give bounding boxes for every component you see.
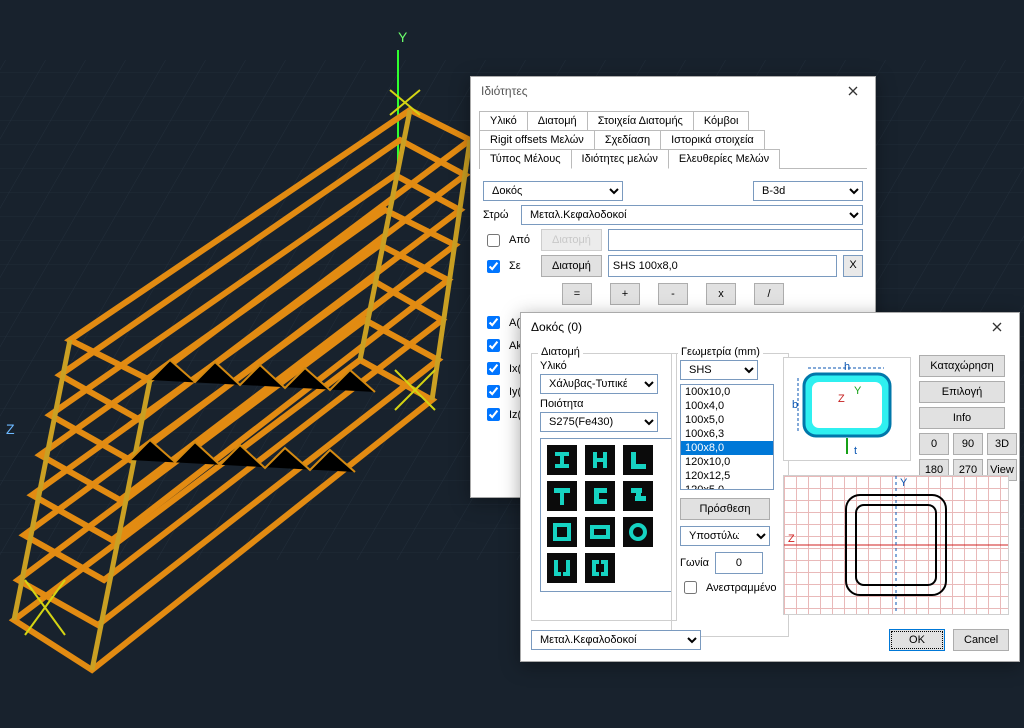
quality-label: Ποιότητα — [540, 398, 668, 410]
column-select[interactable]: Υποστύλωμα — [680, 526, 770, 546]
geom-option[interactable]: 120x12,5 — [681, 469, 773, 483]
properties-tabs: Υλικό Διατομή Στοιχεία Διατομής Κόμβοι R… — [471, 105, 875, 169]
flip-label: Ανεστραμμένο — [706, 582, 777, 594]
geom-family-select[interactable]: SHS — [680, 360, 758, 380]
profile-rhs-icon[interactable] — [585, 517, 615, 547]
orient-0-button[interactable]: 0 — [919, 433, 949, 455]
profile-2c-icon[interactable] — [585, 553, 615, 583]
svg-text:Z: Z — [838, 393, 845, 405]
svg-text:Y: Y — [900, 477, 908, 489]
op-times-button[interactable]: x — [706, 283, 736, 305]
ok-button[interactable]: OK — [889, 629, 945, 651]
from-label: Από — [509, 234, 535, 246]
angle-input[interactable] — [715, 552, 763, 574]
profile-shs-icon[interactable] — [547, 517, 577, 547]
to-section-input[interactable] — [608, 255, 837, 277]
profile-2l-icon[interactable] — [547, 553, 577, 583]
action-buttons: Καταχώρηση Επιλογή Info 0 90 3D 180 270 … — [919, 355, 1017, 481]
tab-member-type[interactable]: Τύπος Μέλους — [479, 149, 572, 169]
element-code-select[interactable]: B-3d — [753, 181, 863, 201]
op-divide-button[interactable]: / — [754, 283, 784, 305]
orient-3d-button[interactable]: 3D — [987, 433, 1017, 455]
beam-section-window: Δοκός (0) Διατομή Υλικό Χάλυβας-Τυπικές … — [520, 312, 1020, 662]
close-icon[interactable] — [833, 77, 873, 105]
profile-z-icon[interactable] — [623, 481, 653, 511]
tab-nodes[interactable]: Κόμβοι — [693, 111, 750, 130]
cancel-button[interactable]: Cancel — [953, 629, 1009, 651]
prop-a-checkbox[interactable] — [487, 316, 500, 329]
geom-option[interactable]: 100x6,3 — [681, 427, 773, 441]
from-section-button: Διατομή — [541, 229, 602, 251]
axis-y-label: Y — [398, 29, 408, 45]
beam-title: Δοκός (0) — [531, 320, 977, 334]
svg-text:Z: Z — [788, 533, 795, 545]
section-diagram: h b Z Y t — [783, 357, 911, 461]
tab-drawing[interactable]: Σχεδίαση — [594, 130, 661, 149]
tab-member-releases[interactable]: Ελευθερίες Μελών — [668, 149, 780, 169]
tab-rigid-offsets[interactable]: Rigit offsets Μελών — [479, 130, 595, 149]
material-label: Υλικό — [540, 360, 668, 372]
prop-ak-checkbox[interactable] — [487, 339, 500, 352]
section-group-legend: Διατομή — [538, 346, 583, 358]
prop-iz-checkbox[interactable] — [487, 408, 500, 421]
op-minus-button[interactable]: - — [658, 283, 688, 305]
svg-text:t: t — [854, 445, 857, 457]
layer-select[interactable]: Μεταλ.Κεφαλοδοκοί — [521, 205, 863, 225]
quality-select[interactable]: S275(Fe430) — [540, 412, 658, 432]
tab-material[interactable]: Υλικό — [479, 111, 528, 130]
register-button[interactable]: Καταχώρηση — [919, 355, 1005, 377]
op-equals-button[interactable]: = — [562, 283, 592, 305]
geom-option[interactable]: 100x8,0 — [681, 441, 773, 455]
properties-title: Ιδιότητες — [481, 84, 833, 98]
layer-label: Στρώ — [483, 209, 515, 221]
prop-ix-checkbox[interactable] — [487, 362, 500, 375]
axis-z-label: Z — [6, 421, 15, 437]
clear-section-button[interactable]: X — [843, 255, 863, 277]
geometry-legend: Γεωμετρία (mm) — [678, 346, 763, 358]
close-icon[interactable] — [977, 313, 1017, 341]
svg-text:Y: Y — [854, 385, 862, 397]
tab-section[interactable]: Διατομή — [527, 111, 588, 130]
properties-titlebar[interactable]: Ιδιότητες — [471, 77, 875, 105]
to-label: Σε — [509, 260, 535, 272]
from-checkbox[interactable] — [487, 234, 500, 247]
profile-t-icon[interactable] — [547, 481, 577, 511]
element-type-select[interactable]: Δοκός — [483, 181, 623, 201]
material-select[interactable]: Χάλυβας-Τυπικές — [540, 374, 658, 394]
tab-section-data[interactable]: Στοιχεία Διατομής — [587, 111, 694, 130]
op-plus-button[interactable]: + — [610, 283, 640, 305]
info-button[interactable]: Info — [919, 407, 1005, 429]
tab-member-props[interactable]: Ιδιότητες μελών — [571, 149, 669, 169]
geom-size-listbox[interactable]: 100x10,0100x4,0100x5,0100x6,3100x8,0120x… — [680, 384, 774, 490]
profile-grid[interactable] — [540, 438, 672, 592]
tab-history[interactable]: Ιστορικά στοιχεία — [660, 130, 765, 149]
geom-option[interactable]: 100x5,0 — [681, 413, 773, 427]
add-section-button[interactable]: Πρόσθεση — [680, 498, 770, 520]
geom-option[interactable]: 100x4,0 — [681, 399, 773, 413]
geom-option[interactable]: 100x10,0 — [681, 385, 773, 399]
from-section-input[interactable] — [608, 229, 863, 251]
section-group: Διατομή Υλικό Χάλυβας-Τυπικές Ποιότητα S… — [531, 353, 677, 621]
to-section-button[interactable]: Διατομή — [541, 255, 602, 277]
profile-h-icon[interactable] — [585, 445, 615, 475]
geom-option[interactable]: 120x10,0 — [681, 455, 773, 469]
profile-i-icon[interactable] — [547, 445, 577, 475]
bottom-layer-select[interactable]: Μεταλ.Κεφαλοδοκοί — [531, 630, 701, 650]
profile-l-icon[interactable] — [623, 445, 653, 475]
geom-option[interactable]: 120x5,0 — [681, 483, 773, 490]
angle-label: Γωνία — [680, 557, 709, 569]
orient-90-button[interactable]: 90 — [953, 433, 983, 455]
section-preview: Z Y — [783, 475, 1009, 615]
profile-chs-icon[interactable] — [623, 517, 653, 547]
svg-text:h: h — [844, 361, 850, 373]
beam-titlebar[interactable]: Δοκός (0) — [521, 313, 1019, 341]
prop-iy-checkbox[interactable] — [487, 385, 500, 398]
to-checkbox[interactable] — [487, 260, 500, 273]
geometry-group: Γεωμετρία (mm) SHS 100x10,0100x4,0100x5,… — [671, 353, 789, 637]
flip-checkbox[interactable] — [684, 581, 697, 594]
svg-text:b: b — [792, 399, 798, 411]
select-button[interactable]: Επιλογή — [919, 381, 1005, 403]
profile-c-icon[interactable] — [585, 481, 615, 511]
